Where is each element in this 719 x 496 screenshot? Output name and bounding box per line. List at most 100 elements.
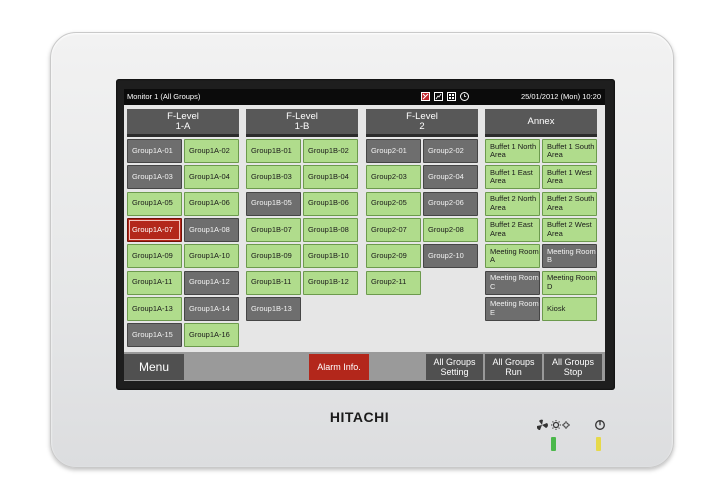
group-label: Group1A-14 xyxy=(189,303,230,313)
group-button[interactable]: Group2-11 xyxy=(366,270,421,295)
group-button[interactable]: Group1A-13 xyxy=(127,296,182,321)
group-button[interactable]: Buffet 1 West Area xyxy=(542,165,597,190)
group-label: Group1B-10 xyxy=(308,250,349,260)
power-icon xyxy=(594,419,606,434)
group-button[interactable]: Buffet 2 West Area xyxy=(542,217,597,242)
group-button[interactable]: Group1A-03 xyxy=(127,165,182,190)
group-label: Meeting Room B xyxy=(547,246,596,265)
group-label: Group2-09 xyxy=(371,250,407,260)
column-header-4: Annex xyxy=(485,109,597,134)
group-label: Group1A-07 xyxy=(132,224,173,234)
group-button[interactable]: Group2-02 xyxy=(423,139,478,163)
group-button[interactable]: Buffet 1 North Area xyxy=(485,139,540,163)
group-button[interactable]: Group1B-07 xyxy=(246,217,301,242)
group-button[interactable]: Group2-06 xyxy=(423,191,478,216)
group-label: Group2-01 xyxy=(371,145,407,155)
group-button[interactable]: Group1A-06 xyxy=(184,191,239,216)
group-label: Group1A-11 xyxy=(132,277,173,287)
group-button[interactable]: Group1A-15 xyxy=(127,323,182,348)
alarm-icon[interactable] xyxy=(421,92,430,101)
group-label: Group1A-05 xyxy=(132,198,173,208)
group-button[interactable]: Meeting Room A xyxy=(485,244,540,269)
group-button[interactable]: Meeting Room C xyxy=(485,270,540,295)
group-button[interactable]: Group2-08 xyxy=(423,217,478,242)
group-label: Group1A-06 xyxy=(189,198,230,208)
all-groups-stop-button[interactable]: All Groups Stop xyxy=(544,354,602,380)
group-button[interactable]: Kiosk xyxy=(542,296,597,321)
group-button[interactable]: Meeting Room B xyxy=(542,244,597,269)
chart-icon[interactable] xyxy=(434,92,443,101)
group-label: Group1B-01 xyxy=(251,145,292,155)
group-label: Group2-10 xyxy=(428,250,464,260)
group-button[interactable]: Group1A-09 xyxy=(127,244,182,269)
group-label: Group1B-13 xyxy=(251,303,292,313)
group-button[interactable]: Group1B-10 xyxy=(303,244,358,269)
group-button[interactable]: Group2-09 xyxy=(366,244,421,269)
run-indicator-led xyxy=(551,437,556,451)
group-button[interactable]: Group1A-01 xyxy=(127,139,182,163)
menu-button[interactable]: Menu xyxy=(124,354,184,380)
group-button[interactable]: Group1A-02 xyxy=(184,139,239,163)
group-button[interactable]: Group1A-08 xyxy=(184,217,239,242)
group-label: Group1B-04 xyxy=(308,172,349,182)
group-button[interactable]: Group1B-08 xyxy=(303,217,358,242)
group-button[interactable]: Group1A-12 xyxy=(184,270,239,295)
group-button[interactable]: Group1A-05 xyxy=(127,191,182,216)
group-button[interactable]: Buffet 1 East Area xyxy=(485,165,540,190)
group-button[interactable]: Buffet 1 South Area xyxy=(542,139,597,163)
group-button[interactable]: Group2-07 xyxy=(366,217,421,242)
group-button[interactable]: Group2-05 xyxy=(366,191,421,216)
group-label: Buffet 2 West Area xyxy=(547,220,592,238)
group-button[interactable]: Group1A-16 xyxy=(184,323,239,348)
all-groups-run-button[interactable]: All Groups Run xyxy=(485,354,542,380)
group-button[interactable]: Group2-04 xyxy=(423,165,478,190)
group-label: Meeting Room A xyxy=(490,246,539,265)
group-button[interactable]: Group1A-07 xyxy=(127,217,182,242)
group-button[interactable]: Group1A-04 xyxy=(184,165,239,190)
group-button[interactable]: Group1B-06 xyxy=(303,191,358,216)
group-button[interactable]: Group2-03 xyxy=(366,165,421,190)
group-button[interactable]: Group1B-04 xyxy=(303,165,358,190)
alarm-info-label: Alarm Info. xyxy=(317,362,361,372)
setting-label-line2: Setting xyxy=(440,367,469,377)
group-button[interactable]: Group1B-02 xyxy=(303,139,358,163)
group-label: Group1B-08 xyxy=(308,224,349,234)
group-button[interactable]: Group1B-13 xyxy=(246,296,301,321)
monitor-title: Monitor 1 (All Groups) xyxy=(127,92,201,101)
group-button[interactable]: Group1A-10 xyxy=(184,244,239,269)
power-indicator-led xyxy=(596,437,601,451)
menu-label: Menu xyxy=(138,360,170,374)
group-button[interactable]: Group2-01 xyxy=(366,139,421,163)
group-button[interactable]: Group1B-03 xyxy=(246,165,301,190)
group-button[interactable]: Buffet 2 South Area xyxy=(542,191,597,216)
group-button[interactable]: Buffet 2 East Area xyxy=(485,217,540,242)
column-header-line1: F-Level xyxy=(167,110,199,122)
fan-sun-icon xyxy=(536,419,570,431)
clock-icon[interactable] xyxy=(460,92,469,101)
group-button[interactable]: Group1A-14 xyxy=(184,296,239,321)
group-button[interactable]: Group1B-05 xyxy=(246,191,301,216)
stop-label-line1: All Groups xyxy=(551,357,595,367)
group-label: Group1B-12 xyxy=(308,277,349,287)
group-button[interactable]: Group2-10 xyxy=(423,244,478,269)
group-label: Group1A-16 xyxy=(189,329,230,339)
group-button[interactable]: Meeting Room E xyxy=(485,296,540,321)
group-label: Group1A-02 xyxy=(189,145,230,155)
column-header-line1: F-Level xyxy=(406,110,438,122)
grid-icon[interactable] xyxy=(447,92,456,101)
all-groups-setting-button[interactable]: All Groups Setting xyxy=(426,354,483,380)
group-button[interactable]: Group1B-12 xyxy=(303,270,358,295)
group-button[interactable]: Buffet 2 North Area xyxy=(485,191,540,216)
group-label: Buffet 2 South Area xyxy=(547,194,595,212)
group-label: Group1A-03 xyxy=(132,172,173,182)
group-button[interactable]: Group1B-11 xyxy=(246,270,301,295)
group-label: Meeting Room E xyxy=(490,299,539,317)
group-button[interactable]: Group1A-11 xyxy=(127,270,182,295)
group-button[interactable]: Group1B-01 xyxy=(246,139,301,163)
run-label-line2: Run xyxy=(505,367,522,377)
status-bar: Monitor 1 (All Groups) 25/01/2012 (Mon) … xyxy=(124,89,605,105)
touch-screen: Monitor 1 (All Groups) 25/01/2012 (Mon) … xyxy=(124,89,605,381)
group-button[interactable]: Group1B-09 xyxy=(246,244,301,269)
group-button[interactable]: Meeting Room D xyxy=(542,270,597,295)
alarm-info-button[interactable]: Alarm Info. xyxy=(309,354,369,380)
